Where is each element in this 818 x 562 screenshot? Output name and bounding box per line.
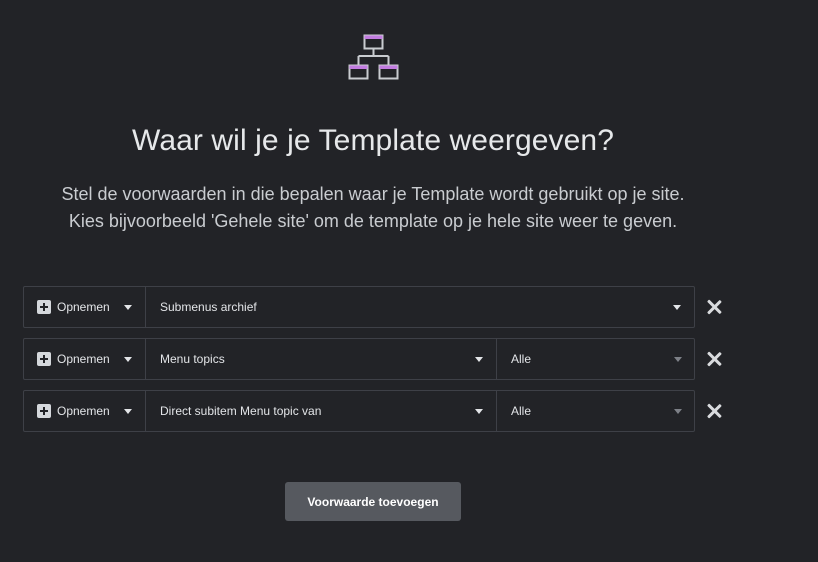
page-title: Waar wil je je Template weergeven?: [132, 124, 614, 157]
plus-square-icon: [37, 352, 51, 366]
condition-name-label: Direct subitem Menu topic van: [160, 404, 322, 418]
condition-sub-select[interactable]: Alle: [497, 339, 694, 379]
condition-type-label: Opnemen: [57, 300, 110, 314]
sitemap-icon: [348, 34, 399, 80]
condition-sub-label: Alle: [511, 352, 532, 366]
condition-name-select[interactable]: Direct subitem Menu topic van: [146, 391, 497, 431]
remove-condition-icon[interactable]: [706, 351, 722, 367]
chevron-down-icon: [124, 305, 132, 310]
chevron-down-icon: [674, 409, 682, 414]
plus-square-icon: [37, 300, 51, 314]
remove-condition-icon[interactable]: [706, 299, 722, 315]
subtitle-line-1: Stel de voorwaarden in die bepalen waar …: [61, 184, 685, 204]
chevron-down-icon: [475, 409, 483, 414]
add-condition-button[interactable]: Voorwaarde toevoegen: [285, 482, 461, 521]
condition-row: Opnemen Submenus archief: [23, 286, 695, 328]
condition-sub-label: Alle: [511, 404, 532, 418]
remove-condition-icon[interactable]: [706, 403, 722, 419]
condition-type-select[interactable]: Opnemen: [24, 287, 146, 327]
conditions-panel: Waar wil je je Template weergeven? Stel …: [0, 0, 818, 562]
condition-type-label: Opnemen: [57, 352, 110, 366]
subtitle-line-2: Kies bijvoorbeeld 'Gehele site' om de te…: [68, 211, 678, 231]
chevron-down-icon: [124, 357, 132, 362]
chevron-down-icon: [475, 357, 483, 362]
condition-type-select[interactable]: Opnemen: [24, 391, 146, 431]
chevron-down-icon: [674, 357, 682, 362]
condition-name-label: Menu topics: [160, 352, 225, 366]
condition-sub-select[interactable]: Alle: [497, 391, 694, 431]
condition-row: Opnemen Menu topics Alle: [23, 338, 695, 380]
condition-type-label: Opnemen: [57, 404, 110, 418]
condition-row: Opnemen Direct subitem Menu topic van Al…: [23, 390, 695, 432]
chevron-down-icon: [124, 409, 132, 414]
page-subtitle: Stel de voorwaarden in die bepalen waar …: [0, 181, 746, 235]
condition-name-select[interactable]: Menu topics: [146, 339, 497, 379]
condition-name-label: Submenus archief: [160, 300, 257, 314]
plus-square-icon: [37, 404, 51, 418]
chevron-down-icon: [673, 305, 681, 310]
condition-name-select[interactable]: Submenus archief: [146, 287, 694, 327]
condition-type-select[interactable]: Opnemen: [24, 339, 146, 379]
